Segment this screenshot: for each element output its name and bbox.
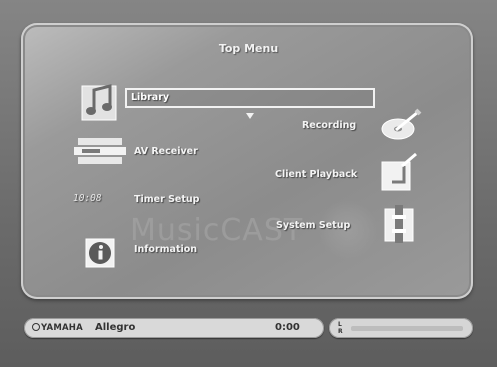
track-title: Allegro <box>95 322 136 333</box>
level-meter-channels: LR <box>338 321 343 335</box>
playback-time: 0:00 <box>275 322 300 333</box>
recording-disc-icon[interactable] <box>380 108 422 142</box>
timer-display: 10:08 <box>73 193 102 204</box>
menu-item-library[interactable]: Library <box>125 88 375 108</box>
meter-right-label: R <box>338 328 343 335</box>
menu-item-library-label: Library <box>131 92 170 103</box>
system-setup-icon[interactable] <box>382 203 416 245</box>
menu-item-recording[interactable]: Recording <box>302 120 356 131</box>
page-title: Top Menu <box>218 42 279 55</box>
receiver-icon[interactable] <box>72 136 128 166</box>
info-icon[interactable] <box>83 236 117 270</box>
level-meter: LR <box>329 318 473 338</box>
now-playing-bar: YAMAHA Allegro 0:00 <box>24 318 324 338</box>
menu-item-av-receiver[interactable]: AV Receiver <box>134 146 198 157</box>
yamaha-brand: YAMAHA <box>41 323 83 333</box>
menu-item-timer-setup[interactable]: Timer Setup <box>134 194 199 205</box>
menu-item-information[interactable]: Information <box>134 244 197 255</box>
screen: MusicCAST Top Menu Library AV Receiver 1… <box>0 0 497 367</box>
menu-item-client-playback[interactable]: Client Playback <box>275 169 357 180</box>
menu-item-system-setup[interactable]: System Setup <box>276 220 350 231</box>
level-meter-bar <box>351 326 463 331</box>
client-playback-icon[interactable] <box>380 152 420 192</box>
music-note-icon <box>81 84 117 121</box>
meter-left-label: L <box>338 321 342 328</box>
yamaha-logo: YAMAHA <box>32 323 83 333</box>
tuning-fork-icon <box>32 323 40 331</box>
chevron-down-icon <box>246 113 254 119</box>
